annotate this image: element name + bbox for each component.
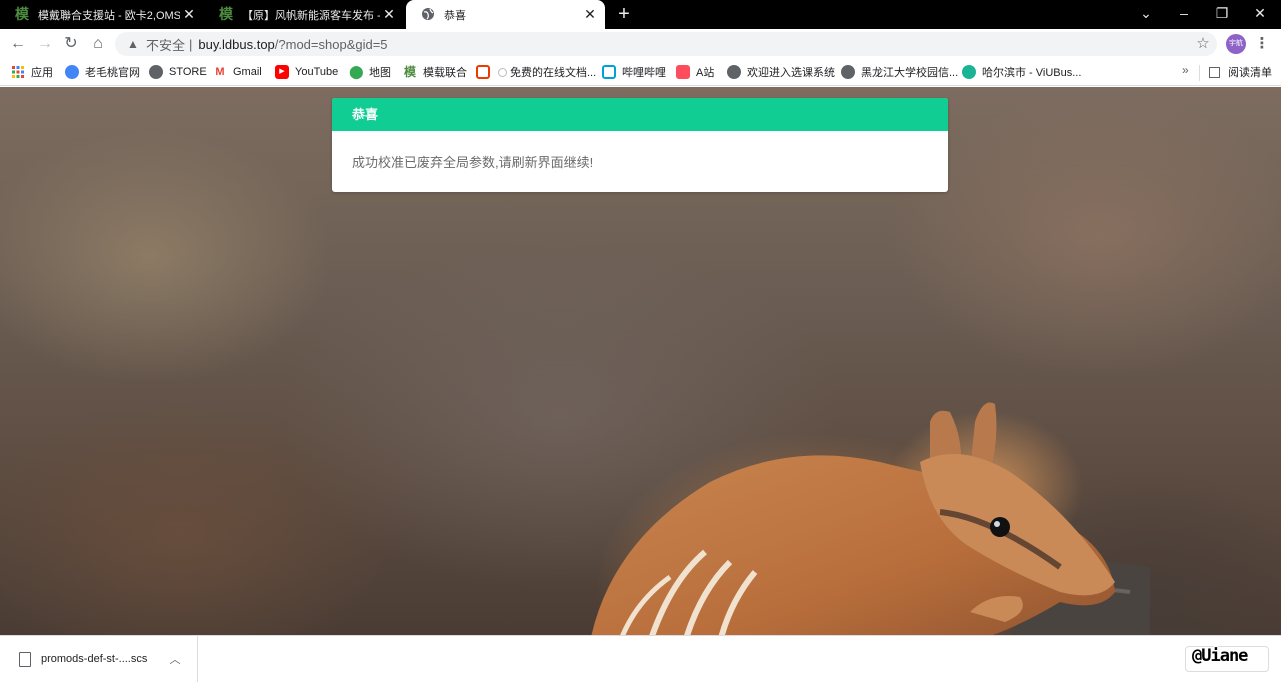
globe-icon (727, 65, 741, 79)
reload-button[interactable]: ↻ (59, 32, 83, 56)
close-window-button[interactable]: ✕ (1241, 0, 1279, 29)
chevron-up-icon[interactable]: ︿ (165, 651, 185, 667)
bookmark-maps[interactable]: ⬤ 地图 (349, 63, 391, 81)
chrome-icon (65, 65, 79, 79)
tab-title: 模戴聯合支援站 - 欧卡2,OMSI,m (38, 9, 180, 22)
bookmark-acfun[interactable]: A站 (676, 63, 714, 81)
bookmark-label: 免费的在线文档... (510, 67, 597, 79)
bookmark-online-docs[interactable]: 免费的在线文档... (498, 63, 596, 81)
gmail-icon: M (215, 66, 225, 78)
home-button[interactable]: ⌂ (86, 32, 110, 56)
bookmark-label: 欢迎进入选课系统 (747, 67, 835, 79)
file-icon (19, 651, 31, 667)
mod-logo-icon: 模 (15, 6, 29, 23)
bookmark-office[interactable] (476, 63, 496, 81)
bilibili-icon (602, 65, 616, 79)
bookmark-label: YouTube (295, 66, 339, 78)
tab-strip: 模 模戴聯合支援站 - 欧卡2,OMSI,m ✕ 模 【原】风帆新能源客车发布 … (0, 0, 1281, 29)
close-icon[interactable]: ✕ (581, 6, 599, 23)
security-label[interactable]: 不安全 (146, 35, 185, 54)
bookmark-label: 黑龙江大学校园信... (861, 67, 959, 79)
close-icon[interactable]: ✕ (180, 6, 198, 23)
success-alert-panel: 恭喜 成功校准已废弃全局参数,请刷新界面继续! (332, 98, 948, 192)
numbat-image (591, 402, 1150, 635)
bookmark-gmail[interactable]: M Gmail (213, 63, 262, 81)
bookmark-label: 模载联合 (423, 67, 467, 79)
bookmark-viubus[interactable]: 哈尔滨市 - ViUBus... (962, 63, 1081, 81)
download-filename[interactable]: promods-def-st-....scs (41, 653, 165, 665)
bookmark-store[interactable]: STORE (149, 63, 207, 81)
tab-search-icon[interactable]: ⌄ (1127, 0, 1165, 29)
tab-title: 恭喜 (444, 9, 466, 22)
maximize-button[interactable]: ❐ (1203, 0, 1241, 29)
circle-icon (498, 67, 507, 77)
bookmark-label: Gmail (233, 66, 262, 78)
bookmarks-overflow-button[interactable]: » (1182, 63, 1189, 77)
bookmark-youtube[interactable]: ▶ YouTube (275, 63, 338, 81)
watermark: @Uiane (1192, 646, 1248, 666)
new-tab-button[interactable]: + (613, 3, 635, 25)
tab-bus-release[interactable]: 模 【原】风帆新能源客车发布 - 【( ✕ (204, 0, 404, 29)
download-item[interactable]: promods-def-st-....scs ︿ (0, 636, 198, 682)
mod-logo-icon: 模 (403, 65, 416, 79)
close-icon[interactable]: ✕ (380, 6, 398, 23)
globe-icon (149, 65, 163, 79)
address-bar[interactable]: ▲ 不安全 | buy.ldbus.top/?mod=shop&gid=5 (115, 32, 1217, 56)
url-host[interactable]: buy.ldbus.top (198, 37, 274, 52)
url-path[interactable]: /?mod=shop&gid=5 (275, 37, 388, 52)
minimize-button[interactable]: – (1165, 0, 1203, 29)
avatar[interactable]: 宇航 (1226, 34, 1246, 54)
bookmark-label: 地图 (369, 67, 391, 79)
viubus-icon (962, 65, 976, 79)
bookmarks-bar: 应用 老毛桃官网 STORE M Gmail ▶ YouTube ⬤ 地图 模 … (0, 59, 1281, 86)
bookmark-star-icon[interactable]: ☆ (1193, 32, 1213, 56)
bookmark-mod-union[interactable]: 模 模载联合 (403, 63, 467, 81)
bookmark-bilibili[interactable]: 哔哩哔哩 (602, 63, 666, 81)
separator: | (189, 36, 193, 52)
back-button[interactable]: ← (6, 32, 30, 56)
bookmark-label: STORE (169, 66, 207, 78)
bookmark-label: 哔哩哔哩 (622, 67, 666, 79)
forward-button[interactable]: → (33, 32, 57, 56)
warning-icon[interactable]: ▲ (124, 37, 142, 51)
maps-pin-icon: ⬤ (349, 64, 364, 79)
globe-icon (841, 65, 855, 79)
bookmark-hlju-campus[interactable]: 黑龙江大学校园信... (841, 63, 958, 81)
mod-logo-icon: 模 (219, 6, 233, 23)
panel-heading: 恭喜 (332, 98, 948, 131)
tab-modding-support[interactable]: 模 模戴聯合支援站 - 欧卡2,OMSI,m ✕ (0, 0, 204, 29)
reading-list-label: 阅读清单 (1228, 67, 1272, 79)
bookmark-label: 应用 (31, 67, 53, 79)
bookmark-apps[interactable]: 应用 (11, 63, 53, 81)
bookmark-course-system[interactable]: 欢迎进入选课系统 (727, 63, 835, 81)
panel-message: 成功校准已废弃全局参数,请刷新界面继续! (352, 155, 594, 170)
reading-list-icon (1209, 66, 1220, 78)
tab-title: 【原】风帆新能源客车发布 - 【( (242, 9, 380, 22)
divider (1199, 65, 1200, 81)
youtube-icon: ▶ (275, 65, 289, 79)
bookmark-label: A站 (696, 67, 715, 79)
office-icon (476, 65, 490, 79)
reading-list-button[interactable]: 阅读清单 (1209, 63, 1272, 81)
browser-toolbar: ← → ↻ ⌂ ▲ 不安全 | buy.ldbus.top/?mod=shop&… (0, 29, 1281, 59)
kebab-menu-icon[interactable]: ⋮ (1254, 32, 1270, 56)
bookmark-laomaotao[interactable]: 老毛桃官网 (65, 63, 140, 81)
download-shelf: promods-def-st-....scs ︿ (0, 635, 1281, 682)
acfun-icon (676, 65, 690, 79)
globe-icon (420, 7, 436, 23)
bookmark-label: 老毛桃官网 (85, 67, 140, 79)
tab-congrats[interactable]: 恭喜 ✕ (406, 0, 605, 29)
apps-grid-icon (11, 65, 25, 79)
bookmark-label: 哈尔滨市 - ViUBus... (982, 67, 1082, 79)
